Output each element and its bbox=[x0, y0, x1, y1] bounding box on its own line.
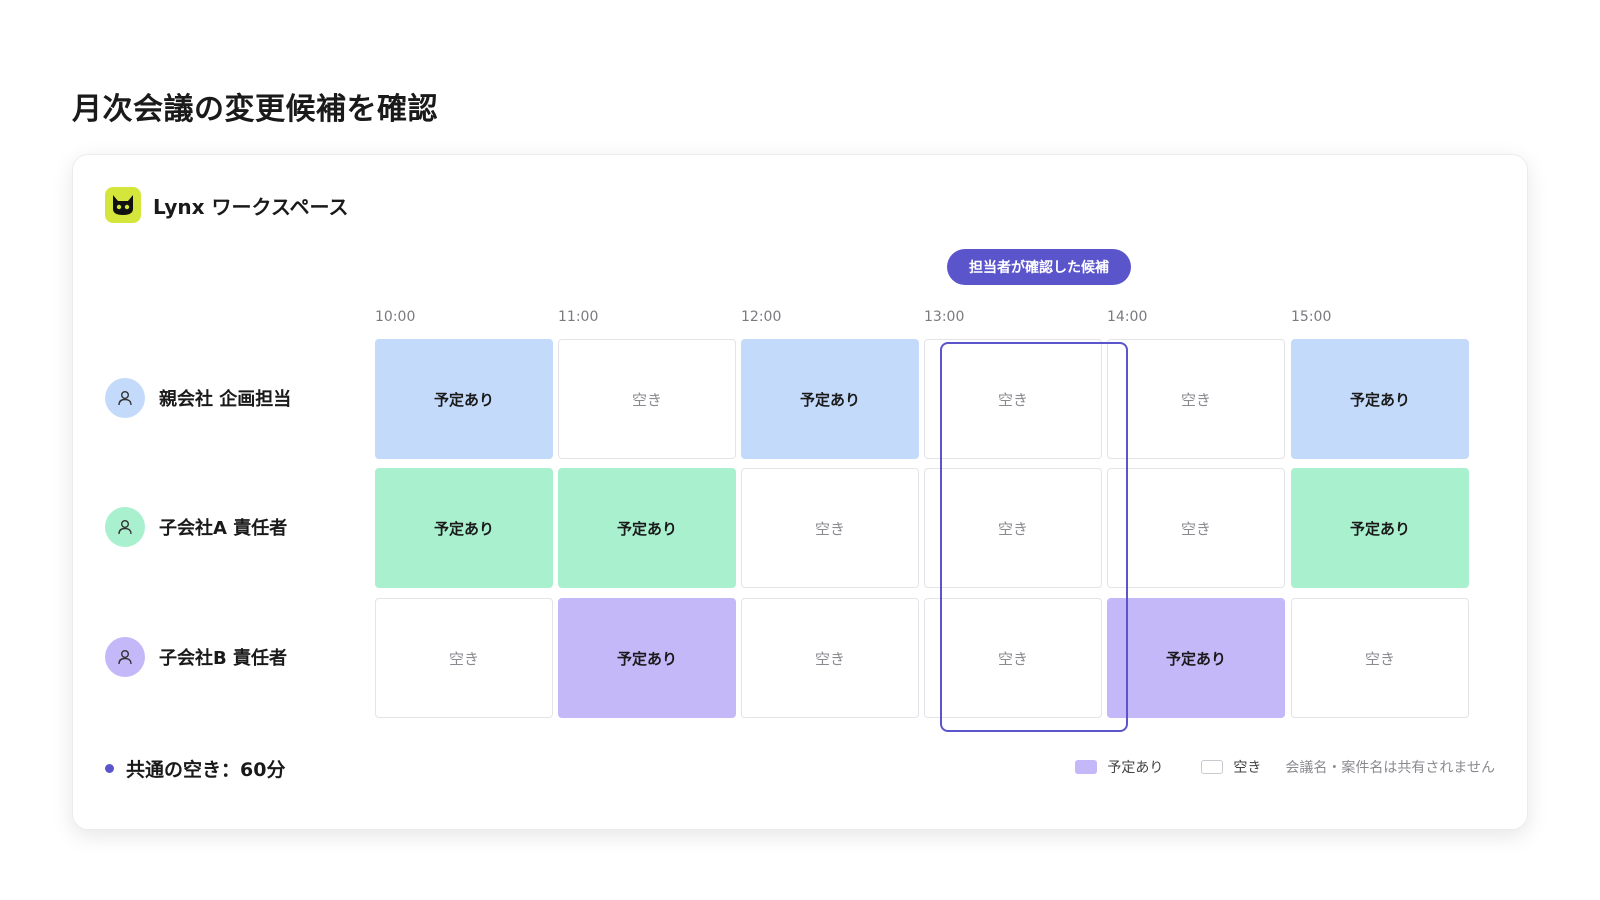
slot-free[interactable]: 空き bbox=[1291, 598, 1469, 718]
participant-name: 親会社 企画担当 bbox=[159, 389, 292, 410]
legend: 予定あり 空き 会議名・案件名は共有されません bbox=[1075, 757, 1495, 777]
time-label: 15:00 bbox=[1291, 309, 1332, 325]
time-label: 13:00 bbox=[924, 309, 965, 325]
time-label: 11:00 bbox=[558, 309, 599, 325]
participant-row-label: 子会社A 責任者 bbox=[105, 507, 287, 547]
person-icon bbox=[105, 507, 145, 547]
slot-free[interactable]: 空き bbox=[924, 598, 1102, 718]
common-free-summary: 共通の空き：60分 bbox=[105, 755, 285, 782]
slot-busy[interactable]: 予定あり bbox=[558, 468, 736, 588]
slot-busy[interactable]: 予定あり bbox=[375, 468, 553, 588]
slot-busy[interactable]: 予定あり bbox=[1107, 598, 1285, 718]
legend-busy-label: 予定あり bbox=[1107, 760, 1164, 776]
page-title: 月次会議の変更候補を確認 bbox=[72, 92, 438, 127]
slot-busy[interactable]: 予定あり bbox=[558, 598, 736, 718]
slot-free[interactable]: 空き bbox=[741, 468, 919, 588]
legend-free-label: 空き bbox=[1233, 760, 1262, 776]
participant-row-label: 子会社B 責任者 bbox=[105, 637, 287, 677]
slot-free[interactable]: 空き bbox=[375, 598, 553, 718]
slot-free[interactable]: 空き bbox=[1107, 339, 1285, 459]
slot-free[interactable]: 空き bbox=[924, 468, 1102, 588]
common-free-text: 共通の空き：60分 bbox=[126, 759, 286, 781]
slot-free[interactable]: 空き bbox=[558, 339, 736, 459]
bullet-dot-icon bbox=[105, 764, 114, 773]
slot-free[interactable]: 空き bbox=[924, 339, 1102, 459]
time-label: 10:00 bbox=[375, 309, 416, 325]
participant-name: 子会社A 責任者 bbox=[159, 518, 288, 539]
participant-name: 子会社B 責任者 bbox=[159, 648, 287, 669]
slot-busy[interactable]: 予定あり bbox=[1291, 339, 1469, 459]
slot-free[interactable]: 空き bbox=[1107, 468, 1285, 588]
slot-busy[interactable]: 予定あり bbox=[375, 339, 553, 459]
slot-free[interactable]: 空き bbox=[741, 598, 919, 718]
time-label: 12:00 bbox=[741, 309, 782, 325]
time-label: 14:00 bbox=[1107, 309, 1148, 325]
privacy-note: 会議名・案件名は共有されません bbox=[1285, 760, 1495, 776]
lynx-cat-icon bbox=[105, 187, 141, 223]
participant-row-label: 親会社 企画担当 bbox=[105, 378, 291, 418]
person-icon bbox=[105, 637, 145, 677]
legend-free-swatch bbox=[1201, 760, 1224, 774]
confirmed-candidate-badge: 担当者が確認した候補 bbox=[947, 249, 1131, 285]
person-icon bbox=[105, 378, 145, 418]
legend-busy-swatch bbox=[1075, 760, 1098, 774]
workspace-name: Lynx ワークスペース bbox=[153, 194, 349, 219]
slot-busy[interactable]: 予定あり bbox=[741, 339, 919, 459]
schedule-card: Lynx ワークスペース 担当者が確認した候補 10:00 11:00 12:00 1… bbox=[72, 154, 1528, 830]
slot-busy[interactable]: 予定あり bbox=[1291, 468, 1469, 588]
workspace-header: Lynx ワークスペース bbox=[105, 187, 349, 223]
